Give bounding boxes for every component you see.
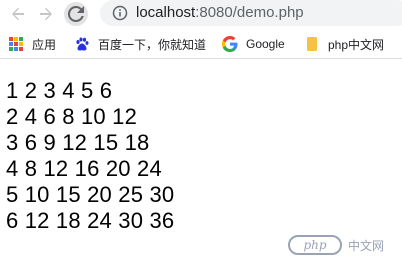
bookmarks-bar: 应用 百度一下，你就知道 Google php中文网 (0, 30, 402, 59)
arrow-right-icon (40, 7, 52, 21)
bookmark-label: 应用 (32, 37, 57, 52)
multiplication-row: 5 10 15 20 25 30 (6, 182, 175, 207)
multiplication-row: 6 12 18 24 30 36 (6, 208, 175, 233)
url-host: localhost (136, 4, 196, 21)
baidu-paw-icon (74, 36, 90, 52)
multiplication-row: 1 2 3 4 5 6 (6, 78, 113, 103)
php-logo: php (288, 235, 342, 255)
info-icon[interactable] (112, 5, 128, 21)
bookmark-google[interactable]: Google (222, 30, 285, 58)
bookmark-php[interactable]: php中文网 (304, 30, 384, 58)
forward-button[interactable] (34, 2, 58, 26)
multiplication-row: 4 8 12 16 20 24 (6, 156, 162, 181)
bookmark-baidu[interactable]: 百度一下，你就知道 (74, 30, 206, 58)
bookmark-apps[interactable]: 应用 (8, 30, 56, 58)
apps-grid-icon (8, 36, 24, 52)
folder-icon (304, 36, 320, 52)
url-text[interactable]: localhost:8080/demo.php (136, 3, 304, 23)
bookmark-label: 百度一下，你就知道 (98, 37, 207, 52)
multiplication-row: 3 6 9 12 15 18 (6, 130, 150, 155)
bookmark-label: php中文网 (328, 37, 385, 52)
reload-icon (68, 6, 84, 22)
bookmark-label: Google (246, 37, 285, 51)
arrow-left-icon (12, 7, 24, 21)
page-content: 1 2 3 4 5 6 2 4 6 8 10 12 3 6 9 12 15 18… (6, 78, 174, 234)
browser-window: localhost:8080/demo.php 应用 百度一下，你就知道 Goo… (0, 0, 402, 273)
multiplication-row: 2 4 6 8 10 12 (6, 104, 138, 129)
url-path: :8080/demo.php (195, 4, 304, 21)
address-bar[interactable]: localhost:8080/demo.php (100, 0, 402, 26)
back-button[interactable] (6, 2, 30, 26)
watermark-text: 中文网 (348, 238, 385, 253)
navigation-bar: localhost:8080/demo.php (0, 0, 402, 28)
watermark: php 中文网 (288, 232, 400, 258)
reload-button[interactable] (64, 2, 88, 26)
google-g-icon (222, 36, 238, 52)
